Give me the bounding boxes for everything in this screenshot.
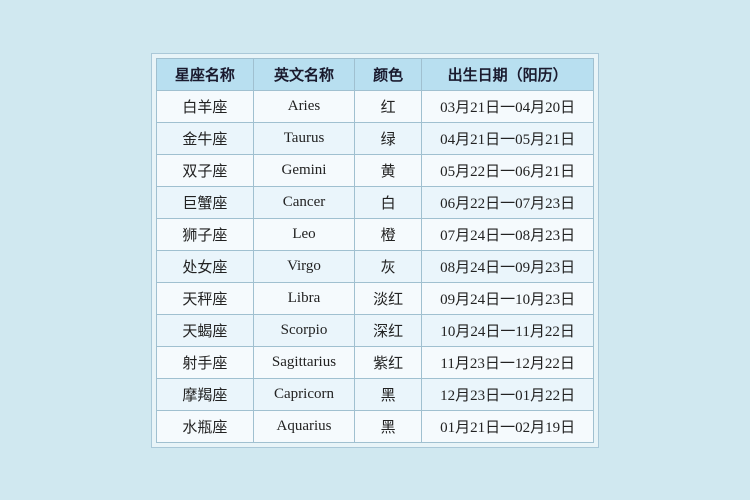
col-header-color: 颜色 bbox=[355, 58, 422, 90]
table-row: 巨蟹座Cancer白06月22日一07月23日 bbox=[156, 186, 593, 218]
cell-english-name: Sagittarius bbox=[253, 346, 354, 378]
cell-date: 07月24日一08月23日 bbox=[422, 218, 594, 250]
cell-english-name: Libra bbox=[253, 282, 354, 314]
cell-color: 黑 bbox=[355, 378, 422, 410]
cell-color: 绿 bbox=[355, 122, 422, 154]
cell-date: 03月21日一04月20日 bbox=[422, 90, 594, 122]
cell-chinese-name: 双子座 bbox=[156, 154, 253, 186]
cell-chinese-name: 摩羯座 bbox=[156, 378, 253, 410]
cell-color: 深红 bbox=[355, 314, 422, 346]
cell-chinese-name: 水瓶座 bbox=[156, 410, 253, 442]
zodiac-table: 星座名称 英文名称 颜色 出生日期（阳历） 白羊座Aries红03月21日一04… bbox=[156, 58, 594, 443]
table-row: 射手座Sagittarius紫红11月23日一12月22日 bbox=[156, 346, 593, 378]
cell-english-name: Scorpio bbox=[253, 314, 354, 346]
cell-chinese-name: 白羊座 bbox=[156, 90, 253, 122]
cell-color: 紫红 bbox=[355, 346, 422, 378]
table-row: 摩羯座Capricorn黑12月23日一01月22日 bbox=[156, 378, 593, 410]
cell-english-name: Leo bbox=[253, 218, 354, 250]
cell-english-name: Aquarius bbox=[253, 410, 354, 442]
cell-chinese-name: 狮子座 bbox=[156, 218, 253, 250]
table-row: 天秤座Libra淡红09月24日一10月23日 bbox=[156, 282, 593, 314]
table-row: 白羊座Aries红03月21日一04月20日 bbox=[156, 90, 593, 122]
cell-english-name: Gemini bbox=[253, 154, 354, 186]
cell-date: 11月23日一12月22日 bbox=[422, 346, 594, 378]
cell-chinese-name: 射手座 bbox=[156, 346, 253, 378]
cell-chinese-name: 巨蟹座 bbox=[156, 186, 253, 218]
cell-date: 10月24日一11月22日 bbox=[422, 314, 594, 346]
cell-date: 12月23日一01月22日 bbox=[422, 378, 594, 410]
table-row: 双子座Gemini黄05月22日一06月21日 bbox=[156, 154, 593, 186]
cell-date: 06月22日一07月23日 bbox=[422, 186, 594, 218]
table-header-row: 星座名称 英文名称 颜色 出生日期（阳历） bbox=[156, 58, 593, 90]
cell-color: 橙 bbox=[355, 218, 422, 250]
cell-color: 灰 bbox=[355, 250, 422, 282]
cell-color: 淡红 bbox=[355, 282, 422, 314]
cell-color: 黄 bbox=[355, 154, 422, 186]
cell-english-name: Taurus bbox=[253, 122, 354, 154]
table-row: 水瓶座Aquarius黑01月21日一02月19日 bbox=[156, 410, 593, 442]
table-row: 处女座Virgo灰08月24日一09月23日 bbox=[156, 250, 593, 282]
cell-date: 01月21日一02月19日 bbox=[422, 410, 594, 442]
cell-english-name: Aries bbox=[253, 90, 354, 122]
cell-chinese-name: 处女座 bbox=[156, 250, 253, 282]
col-header-date: 出生日期（阳历） bbox=[422, 58, 594, 90]
cell-english-name: Cancer bbox=[253, 186, 354, 218]
cell-color: 红 bbox=[355, 90, 422, 122]
cell-chinese-name: 天蝎座 bbox=[156, 314, 253, 346]
cell-chinese-name: 金牛座 bbox=[156, 122, 253, 154]
col-header-chinese: 星座名称 bbox=[156, 58, 253, 90]
cell-date: 09月24日一10月23日 bbox=[422, 282, 594, 314]
cell-color: 白 bbox=[355, 186, 422, 218]
zodiac-table-wrapper: 星座名称 英文名称 颜色 出生日期（阳历） 白羊座Aries红03月21日一04… bbox=[151, 53, 599, 448]
cell-date: 04月21日一05月21日 bbox=[422, 122, 594, 154]
cell-english-name: Capricorn bbox=[253, 378, 354, 410]
cell-color: 黑 bbox=[355, 410, 422, 442]
cell-chinese-name: 天秤座 bbox=[156, 282, 253, 314]
col-header-english: 英文名称 bbox=[253, 58, 354, 90]
table-row: 狮子座Leo橙07月24日一08月23日 bbox=[156, 218, 593, 250]
cell-english-name: Virgo bbox=[253, 250, 354, 282]
cell-date: 05月22日一06月21日 bbox=[422, 154, 594, 186]
table-row: 天蝎座Scorpio深红10月24日一11月22日 bbox=[156, 314, 593, 346]
cell-date: 08月24日一09月23日 bbox=[422, 250, 594, 282]
table-row: 金牛座Taurus绿04月21日一05月21日 bbox=[156, 122, 593, 154]
